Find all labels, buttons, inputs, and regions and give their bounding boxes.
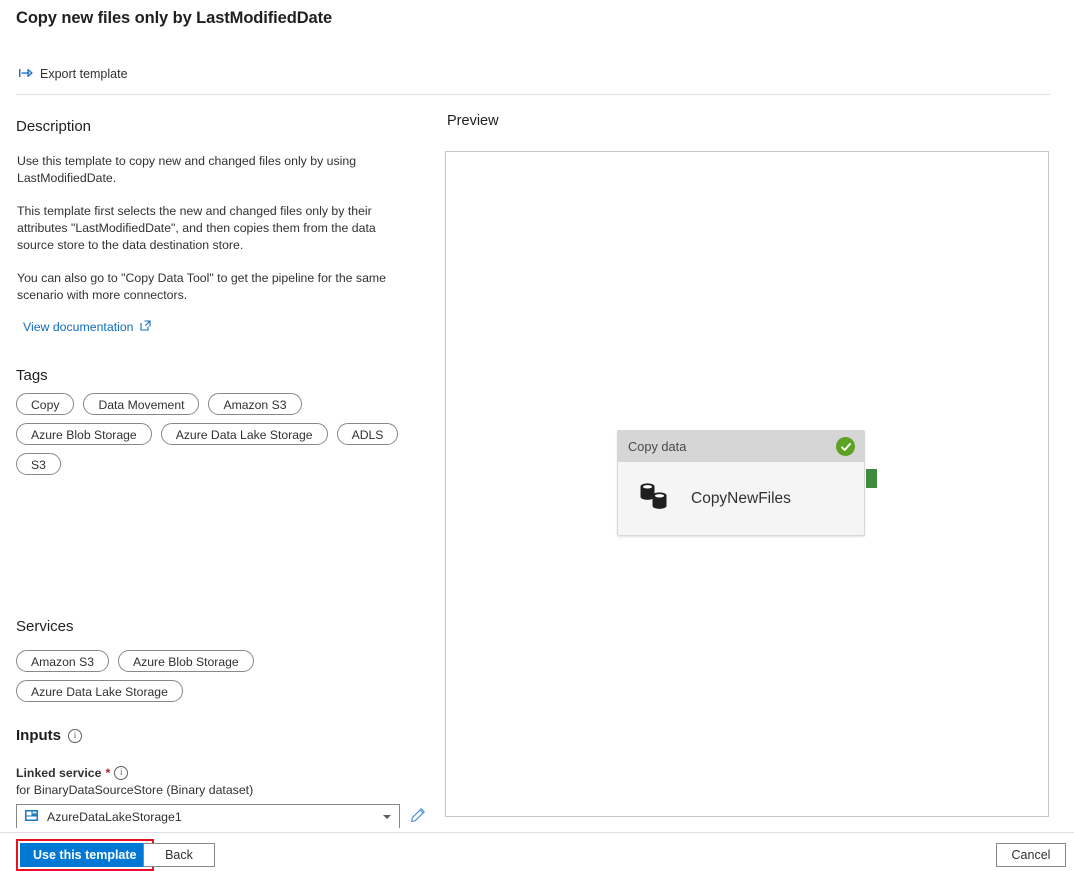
inputs-heading-label: Inputs [16, 727, 61, 744]
view-documentation-label: View documentation [23, 320, 134, 334]
output-port-handle[interactable] [866, 469, 877, 488]
info-icon[interactable]: i [114, 766, 129, 780]
tag-chip[interactable]: Azure Data Lake Storage [160, 423, 328, 445]
node-type-label: Copy data [628, 439, 687, 454]
export-template-label: Export template [40, 67, 128, 81]
pencil-edit-icon [410, 807, 426, 826]
left-details-panel: Description Use this template to copy ne… [0, 105, 443, 828]
export-arrow-icon [18, 67, 33, 82]
edit-linked-service-source-button[interactable] [410, 807, 426, 826]
back-button[interactable]: Back [143, 843, 215, 867]
tag-chip[interactable]: S3 [16, 453, 61, 475]
linked-service-source-group: Linked service * i for BinaryDataSourceS… [16, 766, 426, 828]
service-chip[interactable]: Azure Data Lake Storage [16, 680, 183, 702]
tags-list: Copy Data Movement Amazon S3 Azure Blob … [16, 393, 426, 475]
azure-data-lake-storage-icon [25, 809, 38, 824]
preview-canvas[interactable]: Copy data CopyNewFiles [445, 151, 1049, 817]
footer-action-bar: Use this template Back Cancel [0, 833, 1074, 871]
required-marker: * [105, 766, 111, 780]
tags-heading: Tags [16, 367, 48, 384]
linked-service-source-dropdown[interactable]: AzureDataLakeStorage1 [16, 804, 400, 828]
copy-data-activity-node[interactable]: Copy data CopyNewFiles [617, 430, 865, 536]
linked-service-source-value: AzureDataLakeStorage1 [47, 809, 182, 824]
command-bar: Export template [16, 62, 132, 86]
tag-chip[interactable]: Amazon S3 [208, 393, 302, 415]
copy-data-databases-icon [639, 482, 670, 515]
tag-chip[interactable]: Copy [16, 393, 75, 415]
services-heading: Services [16, 618, 74, 635]
tag-chip[interactable]: ADLS [336, 423, 399, 445]
description-paragraph: This template first selects the new and … [17, 204, 376, 252]
export-template-button[interactable]: Export template [16, 65, 132, 84]
linked-service-label: Linked service * i [16, 766, 426, 780]
use-this-template-button[interactable]: Use this template [16, 839, 154, 871]
page-title: Copy new files only by LastModifiedDate [16, 9, 333, 27]
tag-chip[interactable]: Data Movement [83, 393, 200, 415]
linked-service-sublabel: for BinaryDataSourceStore (Binary datase… [16, 783, 254, 797]
external-link-icon [139, 320, 151, 334]
services-list: Amazon S3 Azure Blob Storage Azure Data … [16, 650, 426, 702]
service-chip[interactable]: Azure Blob Storage [118, 650, 254, 672]
description-body: Use this template to copy new and change… [17, 153, 409, 304]
linked-service-row: AzureDataLakeStorage1 [16, 804, 426, 828]
service-chip[interactable]: Amazon S3 [16, 650, 110, 672]
cancel-button[interactable]: Cancel [996, 843, 1066, 867]
info-icon[interactable]: i [68, 728, 82, 743]
header-divider [16, 94, 1050, 95]
tag-chip[interactable]: Azure Blob Storage [16, 423, 152, 445]
inputs-heading: Inputs i [16, 727, 82, 744]
node-body: CopyNewFiles [618, 462, 864, 535]
description-paragraph: You can also go to "Copy Data Tool" to g… [17, 271, 386, 302]
view-documentation-link[interactable]: View documentation [23, 320, 151, 334]
chevron-down-icon [383, 814, 391, 819]
green-check-circle-icon [836, 437, 855, 456]
preview-heading: Preview [447, 113, 499, 129]
description-paragraph: Use this template to copy new and change… [17, 154, 357, 185]
linked-service-label-text: Linked service [16, 766, 102, 780]
activity-name: CopyNewFiles [691, 489, 791, 507]
description-heading: Description [16, 118, 92, 135]
node-header: Copy data [618, 431, 864, 462]
